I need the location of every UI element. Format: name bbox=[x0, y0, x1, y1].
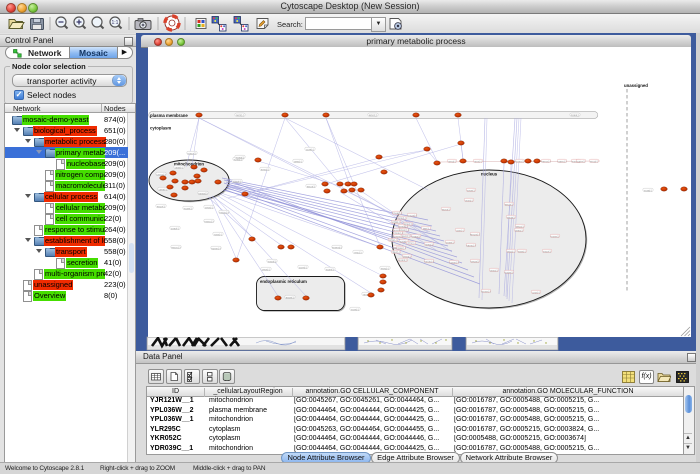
svg-text:esru(-): esru(-) bbox=[381, 266, 389, 270]
svg-text:asxu(-): asxu(-) bbox=[442, 207, 450, 211]
svg-text:vmmr(-): vmmr(-) bbox=[481, 289, 491, 293]
svg-text:urav(-): urav(-) bbox=[175, 165, 183, 169]
svg-text:amcm(-): amcm(-) bbox=[470, 232, 480, 236]
svg-text:vaca(-): vaca(-) bbox=[507, 215, 515, 219]
svg-text:onse(-): onse(-) bbox=[446, 240, 455, 244]
svg-text:ovau(-): ovau(-) bbox=[571, 113, 580, 117]
svg-text:seoc(-): seoc(-) bbox=[402, 234, 410, 238]
svg-text:raxc(-): raxc(-) bbox=[392, 250, 400, 254]
svg-text:eruo(-): eruo(-) bbox=[590, 159, 598, 163]
svg-text:snvc(-): snvc(-) bbox=[261, 167, 269, 171]
svg-text:nuoe(-): nuoe(-) bbox=[505, 270, 514, 274]
svg-text:nrox(-): nrox(-) bbox=[474, 159, 482, 163]
svg-text:eemx(-): eemx(-) bbox=[541, 159, 550, 163]
svg-text:macr(-): macr(-) bbox=[188, 151, 197, 155]
svg-text:uoxm(-): uoxm(-) bbox=[449, 260, 458, 264]
svg-text:seco(-): seco(-) bbox=[505, 202, 513, 206]
svg-text:cvvx(-): cvvx(-) bbox=[205, 205, 213, 209]
svg-text:plasma membrane: plasma membrane bbox=[150, 113, 188, 118]
svg-text:vavv(-): vavv(-) bbox=[233, 179, 241, 183]
svg-text:ovsx(-): ovsx(-) bbox=[398, 216, 406, 220]
svg-text:xcan(-): xcan(-) bbox=[326, 267, 334, 271]
svg-text:msxu(-): msxu(-) bbox=[204, 219, 213, 223]
svg-text:mvre(-): mvre(-) bbox=[551, 234, 560, 238]
svg-text:emcv(-): emcv(-) bbox=[171, 245, 180, 249]
svg-text:ccns(-): ccns(-) bbox=[299, 265, 307, 269]
svg-text:csxr(-): csxr(-) bbox=[456, 228, 464, 232]
svg-text:rosv(-): rosv(-) bbox=[214, 232, 222, 236]
svg-text:cure(-): cure(-) bbox=[306, 147, 314, 151]
svg-text:osoo(-): osoo(-) bbox=[403, 254, 412, 258]
svg-text:oscc(-): oscc(-) bbox=[507, 249, 515, 253]
svg-text:veuc(-): veuc(-) bbox=[516, 224, 524, 228]
svg-text:rrrr(-): rrrr(-) bbox=[423, 226, 429, 230]
svg-text:mocu(-): mocu(-) bbox=[219, 210, 228, 214]
svg-text:neru(-): neru(-) bbox=[448, 159, 456, 163]
svg-text:srxe(-): srxe(-) bbox=[389, 238, 397, 242]
svg-text:nuso(-): nuso(-) bbox=[236, 155, 245, 159]
svg-text:ncec(-): ncec(-) bbox=[425, 242, 433, 246]
svg-text:mser(-): mser(-) bbox=[577, 159, 586, 163]
svg-text:evan(-): evan(-) bbox=[399, 258, 408, 262]
svg-text:uamu(-): uamu(-) bbox=[466, 243, 476, 247]
svg-text:ovac(-): ovac(-) bbox=[515, 228, 523, 232]
svg-text:mnem(-): mnem(-) bbox=[332, 245, 342, 249]
svg-text:masv(-): masv(-) bbox=[557, 159, 566, 163]
svg-text:unxc(-): unxc(-) bbox=[490, 268, 498, 272]
svg-text:cmcm(-): cmcm(-) bbox=[407, 213, 417, 217]
svg-text:acuc(-): acuc(-) bbox=[369, 113, 377, 117]
svg-text:xvxs(-): xvxs(-) bbox=[351, 307, 359, 311]
svg-text:rmec(-): rmec(-) bbox=[516, 159, 525, 163]
svg-text:vsvs(-): vsvs(-) bbox=[262, 267, 270, 271]
svg-text:uvxx(-): uvxx(-) bbox=[465, 198, 473, 202]
svg-text:asoe(-): asoe(-) bbox=[286, 295, 295, 299]
svg-text:mvue(-): mvue(-) bbox=[392, 211, 401, 215]
svg-text:cmxx(-): cmxx(-) bbox=[157, 172, 166, 176]
svg-text:ansv(-): ansv(-) bbox=[404, 222, 412, 226]
svg-text:oeua(-): oeua(-) bbox=[471, 259, 480, 263]
svg-text:1:1: 1:1 bbox=[112, 20, 119, 26]
svg-text:cytoplasm: cytoplasm bbox=[150, 126, 171, 131]
svg-text:oaan(-): oaan(-) bbox=[412, 234, 421, 238]
svg-text:cvav(-): cvav(-) bbox=[171, 226, 179, 230]
svg-text:omuu(-): omuu(-) bbox=[424, 259, 434, 263]
svg-text:uenr(-): uenr(-) bbox=[159, 187, 167, 191]
svg-text:rama(-): rama(-) bbox=[199, 191, 208, 195]
svg-text:unassigned: unassigned bbox=[624, 83, 648, 88]
svg-text:axcu(-): axcu(-) bbox=[307, 184, 315, 188]
svg-text:vvoe(-): vvoe(-) bbox=[467, 188, 475, 192]
svg-text:rrsc(-): rrsc(-) bbox=[354, 250, 361, 254]
svg-text:eucv(-): eucv(-) bbox=[157, 204, 165, 208]
svg-text:vcsa(-): vcsa(-) bbox=[644, 188, 652, 192]
svg-text:nuxe(-): nuxe(-) bbox=[184, 206, 193, 210]
svg-text:oerx(-): oerx(-) bbox=[236, 113, 244, 117]
svg-text:vooo(-): vooo(-) bbox=[268, 259, 277, 263]
svg-text:rrrv(-): rrrv(-) bbox=[408, 241, 415, 245]
svg-text:sonm(-): sonm(-) bbox=[211, 246, 220, 250]
svg-text:vcva(-): vcva(-) bbox=[392, 220, 400, 224]
svg-text:ssss(-): ssss(-) bbox=[518, 249, 526, 253]
svg-text:oesr(-): oesr(-) bbox=[294, 159, 302, 163]
svg-text:xnov(-): xnov(-) bbox=[543, 249, 551, 253]
svg-text:mxeu(-): mxeu(-) bbox=[396, 246, 405, 250]
svg-text:cxcr(-): cxcr(-) bbox=[532, 290, 540, 294]
